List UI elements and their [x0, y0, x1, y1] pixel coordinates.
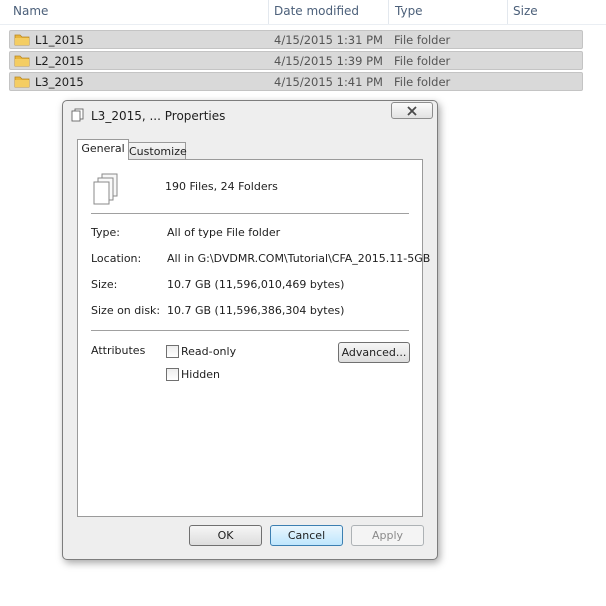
- column-name[interactable]: Name: [13, 4, 48, 18]
- column-header: Name Date modified Type Size: [0, 0, 606, 25]
- type-label: Type:: [91, 226, 120, 239]
- hidden-checkbox[interactable]: [166, 368, 179, 381]
- ok-button[interactable]: OK: [189, 525, 262, 546]
- file-date: 4/15/2015 1:41 PM: [274, 75, 383, 89]
- cancel-button[interactable]: Cancel: [270, 525, 343, 546]
- apply-button[interactable]: Apply: [351, 525, 424, 546]
- folder-icon: [14, 34, 30, 46]
- file-type: File folder: [394, 54, 451, 68]
- size-on-disk-value: 10.7 GB (11,596,386,304 bytes): [167, 304, 345, 317]
- advanced-button[interactable]: Advanced...: [338, 342, 410, 363]
- close-button[interactable]: [391, 102, 433, 119]
- tab-general[interactable]: General: [77, 139, 129, 160]
- readonly-checkbox[interactable]: [166, 345, 179, 358]
- size-label: Size:: [91, 278, 118, 291]
- file-name: L2_2015: [35, 54, 84, 68]
- general-panel: 190 Files, 24 Folders Type: All of type …: [77, 159, 430, 517]
- attributes-label: Attributes: [91, 344, 146, 357]
- folder-icon: [14, 55, 30, 67]
- location-label: Location:: [91, 252, 142, 265]
- file-count-summary: 190 Files, 24 Folders: [165, 180, 278, 193]
- size-value: 10.7 GB (11,596,010,469 bytes): [167, 278, 345, 291]
- dialog-title: L3_2015, ... Properties: [91, 109, 226, 123]
- column-size[interactable]: Size: [513, 4, 538, 18]
- file-row-l2[interactable]: L2_2015 4/15/2015 1:39 PM File folder: [9, 51, 583, 70]
- column-separator: [388, 0, 389, 24]
- location-value: All in G:\DVDMR.COM\Tutorial\CFA_2015.11…: [167, 252, 431, 265]
- multiple-files-icon: [93, 173, 118, 205]
- dialog-titlebar[interactable]: L3_2015, ... Properties: [63, 101, 437, 129]
- file-name: L1_2015: [35, 33, 84, 47]
- column-separator: [507, 0, 508, 24]
- close-icon: [407, 106, 417, 116]
- divider: [91, 213, 409, 214]
- type-value: All of type File folder: [167, 226, 281, 239]
- folder-icon: [14, 76, 30, 88]
- readonly-label[interactable]: Read-only: [181, 345, 236, 358]
- file-name: L3_2015: [35, 75, 84, 89]
- hidden-label[interactable]: Hidden: [181, 368, 220, 381]
- file-type: File folder: [394, 33, 451, 47]
- column-date-modified[interactable]: Date modified: [274, 4, 359, 18]
- file-type: File folder: [394, 75, 451, 89]
- file-date: 4/15/2015 1:31 PM: [274, 33, 383, 47]
- column-separator: [268, 0, 269, 24]
- properties-dialog: L3_2015, ... Properties General Customiz…: [62, 100, 438, 560]
- divider: [91, 330, 409, 331]
- file-row-l1[interactable]: L1_2015 4/15/2015 1:31 PM File folder: [9, 30, 583, 49]
- file-row-l3[interactable]: L3_2015 4/15/2015 1:41 PM File folder: [9, 72, 583, 91]
- column-type[interactable]: Type: [395, 4, 423, 18]
- size-on-disk-label: Size on disk:: [91, 304, 161, 317]
- multiple-files-icon: [71, 108, 84, 122]
- file-date: 4/15/2015 1:39 PM: [274, 54, 383, 68]
